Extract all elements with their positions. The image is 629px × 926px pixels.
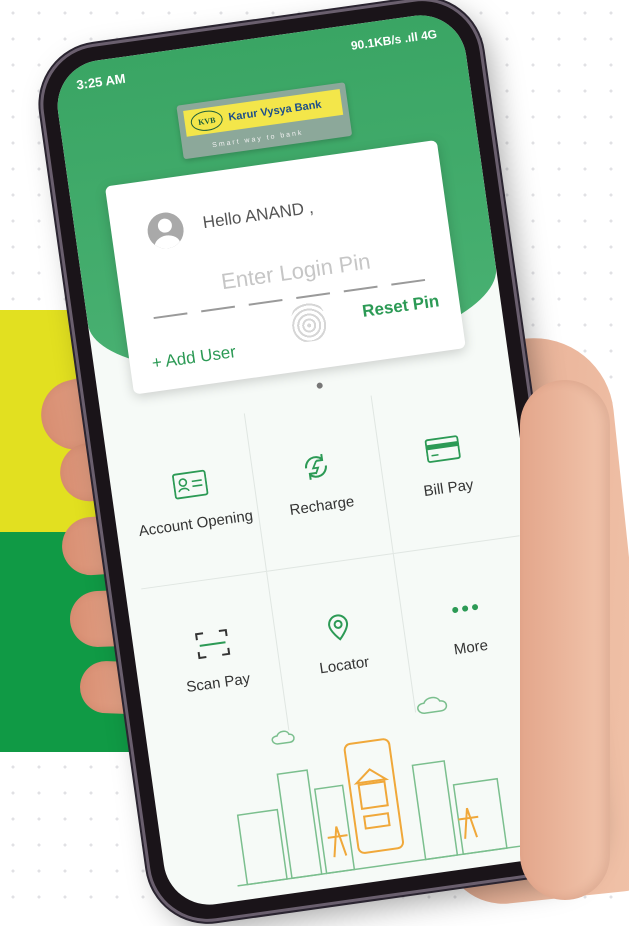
- greeting-text: Hello ANAND ,: [201, 197, 315, 233]
- scan-icon: [194, 626, 232, 660]
- pin-digit-slot[interactable]: [391, 278, 426, 286]
- tile-label: Scan Pay: [185, 669, 252, 696]
- pin-digit-slot[interactable]: [153, 312, 188, 320]
- more-dots-icon: [446, 591, 484, 625]
- pin-digit-slot[interactable]: [248, 298, 283, 306]
- credit-card-icon: [424, 432, 462, 466]
- add-user-button[interactable]: + Add User: [151, 342, 238, 374]
- account-opening-tile[interactable]: Account Opening: [119, 413, 268, 590]
- pin-digit-slot[interactable]: [201, 305, 236, 313]
- tile-label: Bill Pay: [422, 476, 475, 501]
- tile-label: More: [452, 636, 489, 658]
- id-card-icon: [171, 467, 209, 501]
- recharge-icon: [298, 450, 336, 484]
- hand-fingertip: [520, 380, 610, 900]
- login-pin-input[interactable]: Enter Login Pin: [220, 248, 373, 295]
- bank-name: Karur Vysya Bank: [227, 98, 323, 124]
- logo-mark: KVB: [189, 108, 224, 133]
- reset-pin-button[interactable]: Reset Pin: [361, 291, 441, 322]
- page-indicator: [316, 382, 324, 390]
- user-avatar-icon: [145, 210, 186, 251]
- recharge-tile[interactable]: Recharge: [245, 395, 394, 572]
- pin-digit-slot[interactable]: [296, 292, 331, 300]
- tile-label: Locator: [318, 653, 371, 677]
- tile-label: Recharge: [288, 493, 356, 519]
- bill-pay-tile[interactable]: Bill Pay: [371, 377, 520, 554]
- tile-label: Account Opening: [137, 507, 255, 541]
- pin-digit-slot[interactable]: [343, 285, 378, 293]
- location-pin-icon: [320, 609, 358, 643]
- login-card: Hello ANAND , Enter Login Pin + Add User…: [104, 139, 466, 395]
- fingerprint-icon[interactable]: [289, 299, 329, 344]
